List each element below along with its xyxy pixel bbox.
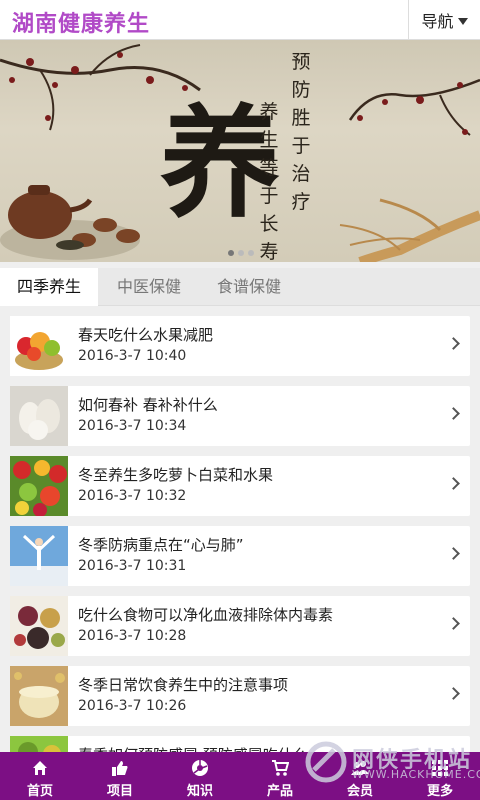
- banner-carousel[interactable]: 养 养生等于长寿 预防胜于治疗: [0, 40, 480, 262]
- thumb-fruit-bowl: [10, 316, 68, 376]
- article-title: 春天吃什么水果减肥: [78, 326, 214, 344]
- article-time: 2016-3-7 10:34: [78, 418, 187, 434]
- article-title: 冬季日常饮食养生中的注意事项: [78, 676, 289, 694]
- article-time: 2016-3-7 10:26: [78, 698, 187, 714]
- article-title: 如何春补 春补补什么: [78, 396, 218, 414]
- chevron-right-icon: [447, 617, 460, 630]
- thumbs-up-icon: [111, 759, 129, 777]
- nav-label: 知识: [186, 784, 213, 799]
- tab-recipes[interactable]: 食谱保健: [200, 268, 298, 306]
- carousel-dot[interactable]: [248, 250, 254, 256]
- list-item[interactable]: 吃什么食物可以净化血液排除体内毒素 2016-3-7 10:28: [10, 596, 470, 656]
- category-tabs: 四季养生 中医保健 食谱保健: [0, 268, 480, 306]
- list-item[interactable]: 如何春补 春补补什么 2016-3-7 10:34: [10, 386, 470, 446]
- aperture-icon: [191, 759, 209, 777]
- article-time: 2016-3-7 10:40: [78, 348, 187, 364]
- nav-projects[interactable]: 项目: [80, 752, 160, 800]
- app-header: 湖南健康养生 导航: [0, 0, 480, 40]
- chevron-right-icon: [447, 477, 460, 490]
- thumb-outdoor-stretch: [10, 526, 68, 586]
- watermark-sub: WWW.HACKHOME.COM: [352, 768, 480, 781]
- chevron-right-icon: [447, 547, 460, 560]
- nav-label: 导航: [421, 12, 454, 31]
- cart-icon: [271, 759, 289, 777]
- nav-label: 项目: [106, 784, 133, 799]
- banner-art: 养: [0, 44, 480, 262]
- nav-knowledge[interactable]: 知识: [160, 752, 240, 800]
- watermark-logo-icon: [305, 741, 347, 783]
- article-title: 冬至养生多吃萝卜白菜和水果: [78, 466, 274, 484]
- article-title: 冬季防病重点在“心与肺”: [78, 536, 244, 554]
- banner-slogan-1: 养生等于长寿: [259, 101, 279, 262]
- chevron-right-icon: [447, 407, 460, 420]
- tab-tcm[interactable]: 中医保健: [100, 268, 198, 306]
- banner-slogan-2: 预防胜于治疗: [291, 51, 311, 213]
- thumb-fruit-mix: [10, 456, 68, 516]
- nav-home[interactable]: 首页: [0, 752, 80, 800]
- article-time: 2016-3-7 10:28: [78, 628, 187, 644]
- carousel-dots: [228, 250, 254, 256]
- list-item[interactable]: 冬至养生多吃萝卜白菜和水果 2016-3-7 10:32: [10, 456, 470, 516]
- chevron-right-icon: [447, 337, 460, 350]
- thumb-grains: [10, 596, 68, 656]
- carousel-dot[interactable]: [228, 250, 234, 256]
- home-icon: [31, 759, 49, 777]
- chevron-right-icon: [447, 687, 460, 700]
- thumb-soy-milk: [10, 666, 68, 726]
- thumb-garlic: [10, 386, 68, 446]
- article-time: 2016-3-7 10:32: [78, 488, 187, 504]
- list-item[interactable]: 冬季防病重点在“心与肺” 2016-3-7 10:31: [10, 526, 470, 586]
- article-title: 吃什么食物可以净化血液排除体内毒素: [78, 606, 334, 624]
- article-time: 2016-3-7 10:31: [78, 558, 187, 574]
- list-item[interactable]: 春天吃什么水果减肥 2016-3-7 10:40: [10, 316, 470, 376]
- watermark: 网侠手机站 WWW.HACKHOME.COM: [304, 738, 480, 788]
- tab-seasonal[interactable]: 四季养生: [0, 268, 98, 306]
- site-title[interactable]: 湖南健康养生: [12, 6, 150, 38]
- caret-down-icon: [457, 17, 468, 25]
- carousel-dot[interactable]: [238, 250, 244, 256]
- nav-menu-button[interactable]: 导航: [408, 0, 480, 40]
- nav-label: 首页: [26, 784, 53, 799]
- nav-label: 产品: [266, 784, 293, 799]
- list-item[interactable]: 冬季日常饮食养生中的注意事项 2016-3-7 10:26: [10, 666, 470, 726]
